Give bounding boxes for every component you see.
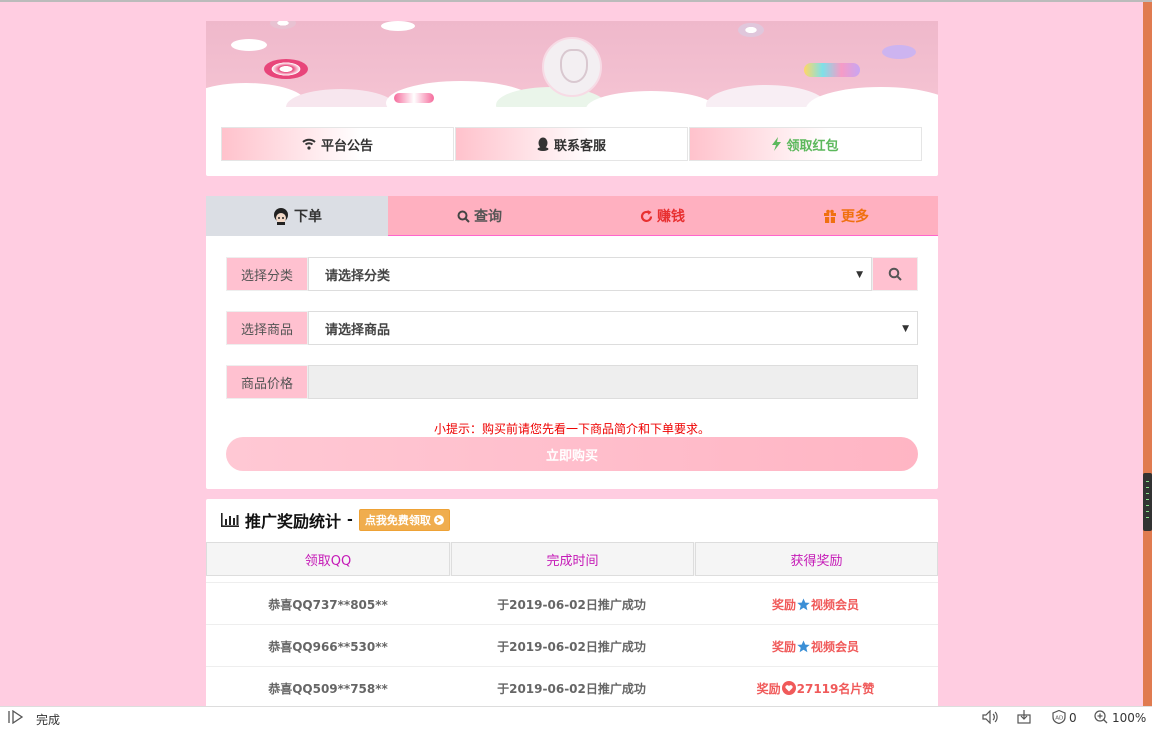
category-label: 选择分类 xyxy=(226,257,308,291)
site-avatar xyxy=(542,37,602,97)
price-row: 商品价格 xyxy=(226,365,918,399)
price-field[interactable] xyxy=(308,365,918,399)
adblock-count: 0 xyxy=(1069,711,1077,725)
row-qq: 恭喜QQ966**530** xyxy=(268,639,388,654)
main-tabs: 下单 查询 赚钱 更多 xyxy=(206,196,938,236)
search-icon xyxy=(457,210,470,223)
header-card: 平台公告 联系客服 领取红包 xyxy=(206,21,938,176)
tab-more-label: 更多 xyxy=(841,209,869,225)
bolt-icon xyxy=(772,137,782,151)
free-claim-button[interactable]: 点我免费领取 xyxy=(358,509,450,531)
row-time: 于2019-06-02日推广成功 xyxy=(497,597,646,612)
column-header-time: 完成时间 xyxy=(451,542,694,576)
download-icon[interactable] xyxy=(1017,710,1031,727)
zoom-icon[interactable] xyxy=(1094,710,1108,727)
announcement-button[interactable]: 平台公告 xyxy=(221,127,454,161)
candy-decoration xyxy=(804,63,860,77)
heart-icon xyxy=(781,681,796,695)
row-time: 于2019-06-02日推广成功 xyxy=(497,639,646,654)
reward-prefix: 奖励 xyxy=(771,597,796,612)
category-row: 选择分类 请选择分类 ▼ xyxy=(226,257,918,291)
candy-banner xyxy=(206,21,938,107)
red-packet-button[interactable]: 领取红包 xyxy=(689,127,922,161)
stats-table-header: 领取QQ 完成时间 获得奖励 xyxy=(206,542,938,576)
promotion-stats-card: 推广奖励统计 - 点我免费领取 领取QQ 完成时间 获得奖励 恭喜QQ737**… xyxy=(206,499,938,709)
dropdown-caret-icon: ▼ xyxy=(902,324,909,334)
adblock-icon[interactable]: AD xyxy=(1052,709,1066,727)
tab-query[interactable]: 查询 xyxy=(388,196,571,236)
product-select[interactable]: 请选择商品 ▼ xyxy=(308,311,918,345)
row-reward: 奖励 27119名片赞 xyxy=(693,667,938,709)
wifi-icon xyxy=(302,138,316,150)
speech-bubble-decoration xyxy=(882,45,916,59)
scrollbar-thumb[interactable] xyxy=(1143,473,1152,531)
reward-prefix: 奖励 xyxy=(756,681,781,696)
row-reward: 奖励 视频会员 xyxy=(693,625,938,667)
tab-query-label: 查询 xyxy=(474,209,502,225)
product-label: 选择商品 xyxy=(226,311,308,345)
svg-text:AD: AD xyxy=(1055,716,1063,722)
status-text: 完成 xyxy=(36,713,61,727)
row-reward: 奖励 视频会员 xyxy=(693,583,938,625)
announcement-label: 平台公告 xyxy=(320,138,373,154)
browser-status-bar: 完成 AD 0 100% xyxy=(0,706,1152,729)
stats-title: 推广奖励统计 xyxy=(245,512,342,531)
refresh-icon xyxy=(640,209,653,222)
free-claim-label: 点我免费领取 xyxy=(364,514,431,527)
lollipop-decoration xyxy=(264,59,308,79)
row-qq: 恭喜QQ737**805** xyxy=(268,597,388,612)
star-icon xyxy=(797,640,810,652)
window-top-border xyxy=(0,0,1152,2)
reward-prefix: 奖励 xyxy=(771,639,796,654)
table-row: 恭喜QQ737**805** 于2019-06-02日推广成功 奖励 视频会员 xyxy=(206,582,938,624)
quick-links: 平台公告 联系客服 领取红包 xyxy=(221,127,923,161)
product-select-value: 请选择商品 xyxy=(325,322,391,338)
category-select-value: 请选择分类 xyxy=(325,268,391,284)
stats-header: 推广奖励统计 - 点我免费领取 xyxy=(221,509,450,531)
category-select[interactable]: 请选择分类 ▼ xyxy=(308,257,872,291)
page-scrollbar[interactable] xyxy=(1143,2,1152,706)
tab-earn-label: 赚钱 xyxy=(657,209,685,225)
tab-earn[interactable]: 赚钱 xyxy=(571,196,754,236)
speaker-icon[interactable] xyxy=(982,709,1000,727)
lollipop-decoration xyxy=(270,21,296,29)
column-header-qq: 领取QQ xyxy=(206,542,450,576)
row-qq: 恭喜QQ509**758** xyxy=(268,681,388,696)
reward-value: 27119名片赞 xyxy=(796,681,875,696)
cartoon-avatar-icon xyxy=(274,208,288,225)
gift-icon xyxy=(824,209,836,223)
category-search-button[interactable] xyxy=(872,257,918,291)
row-time: 于2019-06-02日推广成功 xyxy=(497,681,646,696)
customer-service-label: 联系客服 xyxy=(553,138,606,154)
bar-chart-icon xyxy=(221,513,239,527)
buy-now-button[interactable]: 立即购买 xyxy=(226,437,918,471)
star-icon xyxy=(797,598,810,610)
price-label: 商品价格 xyxy=(226,365,308,399)
stats-title-dash: - xyxy=(347,512,353,528)
order-card: 下单 查询 赚钱 更多 选择分类 请选择分类 ▼ 选择商品 请选择商品 ▼ 商品… xyxy=(206,196,938,489)
product-row: 选择商品 请选择商品 ▼ xyxy=(226,311,918,345)
search-icon xyxy=(888,267,902,281)
tab-more[interactable]: 更多 xyxy=(754,196,938,236)
tab-order[interactable]: 下单 xyxy=(206,196,388,236)
customer-service-button[interactable]: 联系客服 xyxy=(455,127,688,161)
reward-value: 视频会员 xyxy=(811,597,860,612)
table-row: 恭喜QQ966**530** 于2019-06-02日推广成功 奖励 视频会员 xyxy=(206,624,938,666)
arrow-right-icon xyxy=(433,515,444,525)
column-header-reward: 获得奖励 xyxy=(695,542,938,576)
lollipop-decoration xyxy=(738,23,764,37)
zoom-level[interactable]: 100% xyxy=(1112,711,1146,725)
red-packet-label: 领取红包 xyxy=(786,138,839,154)
play-icon[interactable] xyxy=(8,709,24,727)
table-row: 恭喜QQ509**758** 于2019-06-02日推广成功 奖励 27119… xyxy=(206,666,938,708)
purchase-tip: 小提示：购买前请您先看一下商品简介和下单要求。 xyxy=(433,422,710,436)
qq-penguin-icon xyxy=(537,137,549,151)
tab-order-label: 下单 xyxy=(294,209,322,225)
dropdown-caret-icon: ▼ xyxy=(856,270,863,280)
candy-decoration xyxy=(394,93,434,103)
reward-value: 视频会员 xyxy=(811,639,860,654)
